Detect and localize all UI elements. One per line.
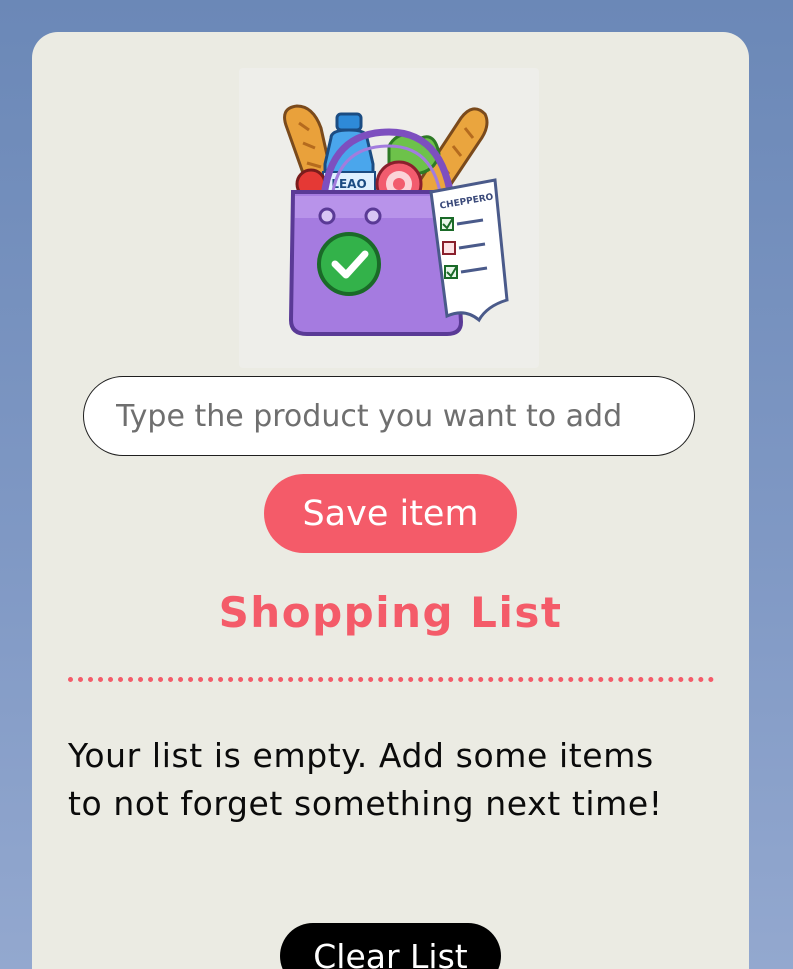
- dotted-divider: [68, 677, 714, 682]
- shopping-card: LEAO CHEPPERO Type the product you want …: [32, 32, 749, 969]
- shopping-list-title: Shopping List: [218, 588, 563, 637]
- empty-list-message: Your list is empty. Add some items to no…: [68, 736, 663, 823]
- clear-list-button[interactable]: Clear List: [280, 923, 501, 969]
- save-item-button[interactable]: Save item: [264, 474, 517, 553]
- grocery-bag-checklist-icon: LEAO CHEPPERO: [239, 68, 539, 368]
- product-input[interactable]: [83, 376, 695, 456]
